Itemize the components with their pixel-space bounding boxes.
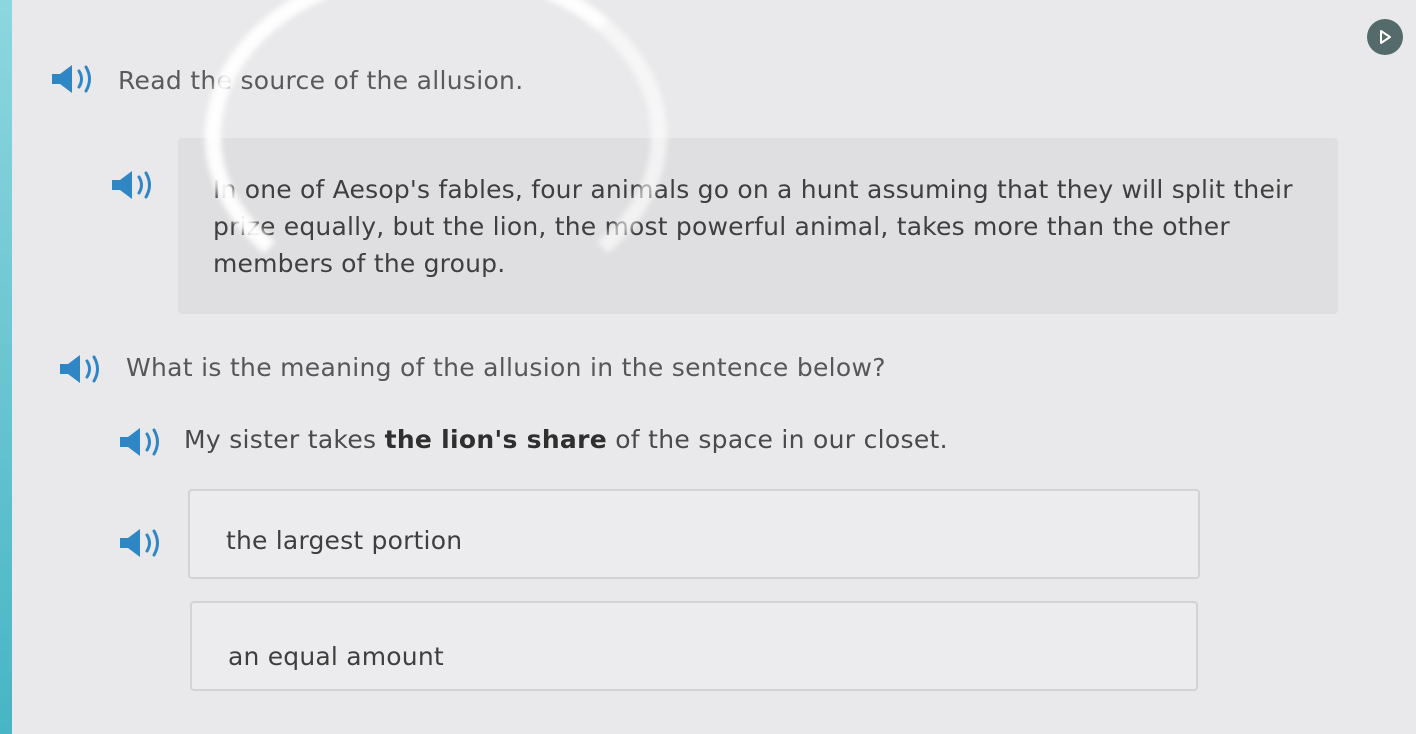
choice-2-label: an equal amount xyxy=(228,642,444,671)
sentence-after: of the space in our closet. xyxy=(606,425,948,454)
instruction-audio-button[interactable] xyxy=(50,62,98,96)
sentence-before: My sister takes xyxy=(184,425,385,454)
choice-option-2[interactable]: an equal amount xyxy=(190,601,1198,691)
window-edge xyxy=(0,0,12,734)
allusion-highlight: the lion's share xyxy=(384,425,607,454)
speaker-icon xyxy=(60,355,99,383)
corner-play-button[interactable] xyxy=(1367,19,1403,55)
sentence-audio-button[interactable] xyxy=(118,425,166,459)
choice-1-label: the largest portion xyxy=(226,526,463,555)
speaker-icon xyxy=(52,65,91,93)
choice-1-audio-button[interactable] xyxy=(118,526,166,560)
choice-option-1[interactable]: the largest portion xyxy=(188,489,1200,579)
practice-page: Read the source of the allusion. In one … xyxy=(0,0,1416,734)
speaker-icon xyxy=(120,529,159,557)
sentence-text: My sister takes the lion's share of the … xyxy=(184,425,948,454)
question-text: What is the meaning of the allusion in t… xyxy=(126,353,886,382)
source-text: In one of Aesop's fables, four animals g… xyxy=(213,175,1293,278)
speaker-icon xyxy=(120,428,159,456)
question-audio-button[interactable] xyxy=(58,352,106,386)
play-icon xyxy=(1380,30,1391,44)
speaker-icon xyxy=(112,171,151,199)
instruction-text: Read the source of the allusion. xyxy=(118,66,524,95)
source-audio-button[interactable] xyxy=(110,168,158,202)
